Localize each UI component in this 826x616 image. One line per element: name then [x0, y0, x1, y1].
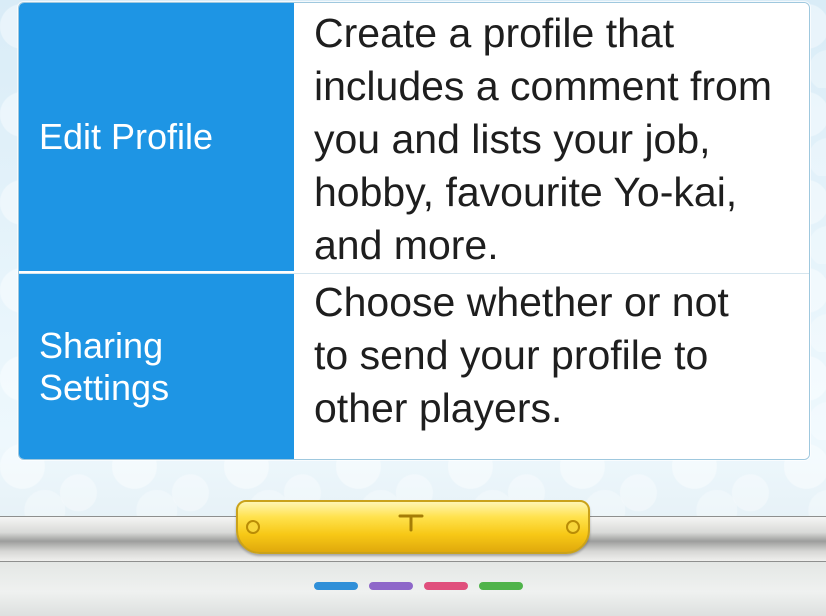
purple-dash [369, 582, 413, 590]
color-dash-indicator [314, 582, 524, 592]
row-description-sharing-settings: Choose whether or not to send your profi… [294, 274, 809, 459]
screw-dot-icon [566, 520, 580, 534]
row-label-sharing-settings: Sharing Settings [19, 274, 294, 459]
pink-dash [424, 582, 468, 590]
yellow-hinge [236, 500, 590, 554]
screw-dot-icon [246, 520, 260, 534]
row-description-edit-profile: Create a profile that includes a comment… [294, 3, 809, 273]
info-table: Edit Profile Create a profile that inclu… [18, 2, 810, 460]
row-label-edit-profile: Edit Profile [19, 3, 294, 273]
table-row: Edit Profile Create a profile that inclu… [19, 3, 809, 274]
device-hinge-frame [0, 500, 826, 616]
green-dash [479, 582, 523, 590]
table-row: Sharing Settings Choose whether or not t… [19, 274, 809, 459]
down-arrow-mark-icon [398, 514, 424, 532]
blue-dash [314, 582, 358, 590]
